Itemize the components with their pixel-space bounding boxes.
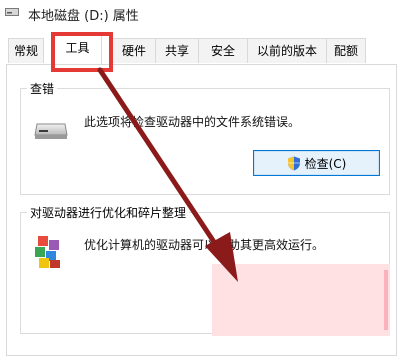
tab-previous-versions[interactable]: 以前的版本 (247, 38, 327, 63)
error-check-group: 查错 (20, 80, 390, 195)
error-check-legend: 查错 (27, 80, 58, 97)
error-check-description: 此选项将检查驱动器中的文件系统错误。 (84, 115, 301, 129)
title-bar: 本地磁盘 (D:) 属性 (0, 0, 403, 30)
highlight-block (212, 264, 390, 336)
tab-quota[interactable]: 配额 (326, 38, 366, 63)
window-title: 本地磁盘 (D:) 属性 (28, 9, 139, 24)
tab-hardware[interactable]: 硬件 (112, 38, 156, 63)
defrag-icon (35, 236, 60, 268)
hard-drive-icon (34, 123, 68, 139)
check-button-label: 检查(C) (304, 156, 347, 171)
uac-shield-icon (287, 156, 300, 170)
tab-security[interactable]: 安全 (198, 38, 248, 63)
tab-highlight-box (51, 32, 113, 72)
optimize-description: 优化计算机的驱动器可以帮助其更高效运行。 (84, 238, 325, 252)
tab-general[interactable]: 常规 (8, 38, 44, 63)
drive-icon (5, 8, 19, 16)
highlight-edge (384, 270, 388, 330)
tab-sharing[interactable]: 共享 (155, 38, 199, 63)
optimize-legend: 对驱动器进行优化和碎片整理 (27, 204, 190, 221)
check-button[interactable]: 检查(C) (253, 150, 380, 176)
